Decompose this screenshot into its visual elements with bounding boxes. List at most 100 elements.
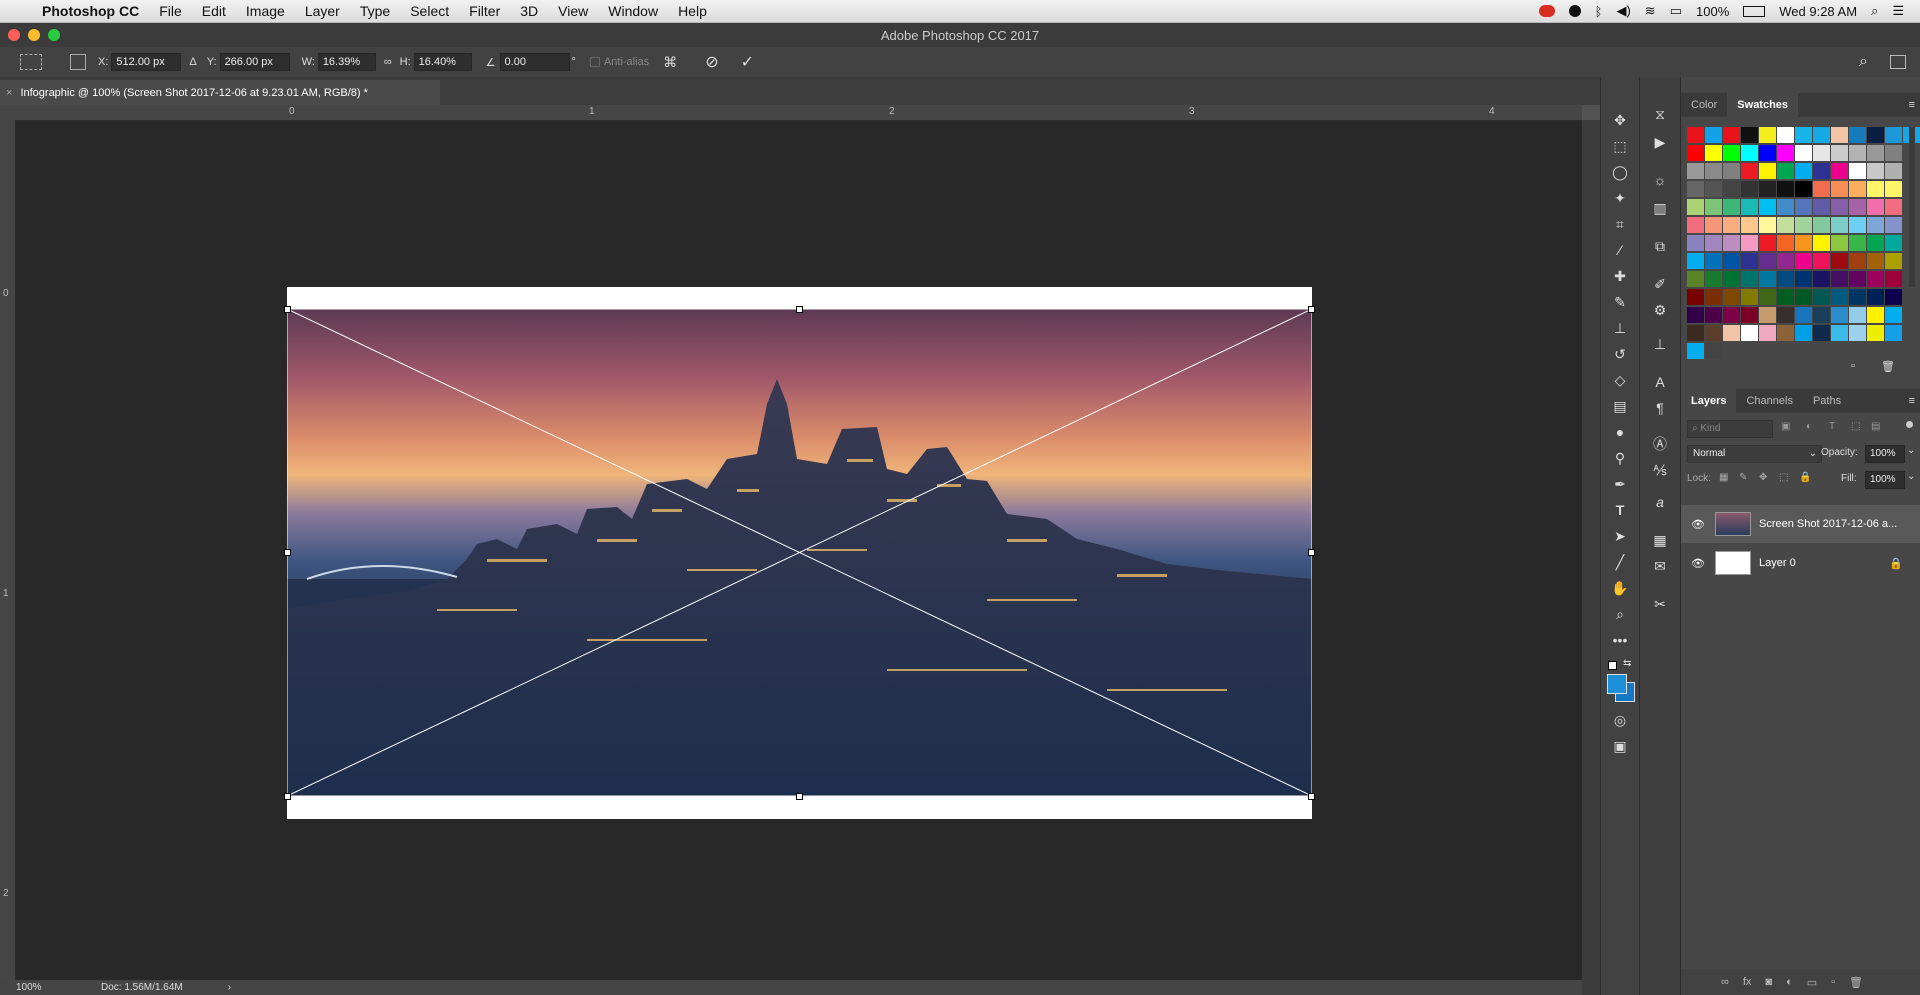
antialias-checkbox[interactable] [589, 57, 600, 67]
swatch[interactable] [1777, 163, 1794, 179]
document-tab[interactable]: × Infographic @ 100% (Screen Shot 2017-1… [0, 80, 440, 105]
character-panel-icon[interactable]: A [1647, 371, 1673, 393]
layer-style-icon[interactable]: fx [1743, 976, 1752, 988]
handle-bottom-left[interactable] [284, 793, 291, 800]
swatch[interactable] [1705, 199, 1722, 215]
swatch[interactable] [1813, 289, 1830, 305]
opacity-field[interactable]: 100% [1865, 445, 1905, 463]
vertical-ruler[interactable]: 0 1 2 [0, 120, 16, 982]
lasso-tool-icon[interactable]: ◯ [1607, 161, 1633, 183]
line-tool-icon[interactable]: ╱ [1607, 551, 1633, 573]
pen-tool-icon[interactable]: ✒ [1607, 473, 1633, 495]
handle-top-left[interactable] [284, 306, 291, 313]
hand-tool-icon[interactable]: ✋ [1607, 577, 1633, 599]
gradient-tool-icon[interactable]: ▤ [1607, 395, 1633, 417]
swatch[interactable] [1795, 145, 1812, 161]
swatch[interactable] [1687, 163, 1704, 179]
swatch[interactable] [1795, 253, 1812, 269]
swatch[interactable] [1741, 289, 1758, 305]
swatch[interactable] [1831, 307, 1848, 323]
paragraph-panel-icon[interactable]: ¶ [1647, 397, 1673, 419]
y-field[interactable]: 266.00 px [219, 53, 290, 71]
swatch[interactable] [1885, 253, 1902, 269]
swatch[interactable] [1687, 271, 1704, 287]
magic-wand-tool-icon[interactable]: ✦ [1607, 187, 1633, 209]
swatch[interactable] [1885, 145, 1902, 161]
swatch[interactable] [1867, 325, 1884, 341]
swatch[interactable] [1687, 181, 1704, 197]
swatch[interactable] [1741, 253, 1758, 269]
swatch[interactable] [1885, 325, 1902, 341]
commit-transform-icon[interactable]: ✓ [741, 52, 754, 72]
swatch[interactable] [1777, 307, 1794, 323]
swatch[interactable] [1885, 289, 1902, 305]
history-panel-icon[interactable]: ⧖ [1647, 103, 1673, 125]
swatch[interactable] [1795, 217, 1812, 233]
swatch[interactable] [1867, 163, 1884, 179]
swatch[interactable] [1741, 325, 1758, 341]
blend-mode-select[interactable]: Normal ⌄ [1687, 445, 1822, 463]
layer-name[interactable]: Layer 0 [1759, 557, 1796, 569]
lock-all-icon[interactable]: 🔒 [1799, 472, 1811, 483]
swatch[interactable] [1813, 199, 1830, 215]
color-panel-menu-icon[interactable]: ≡ [1909, 99, 1915, 111]
swatch[interactable] [1885, 199, 1902, 215]
swatch[interactable] [1723, 271, 1740, 287]
swatch[interactable] [1723, 127, 1740, 143]
eyedropper-tool-icon[interactable]: ⁄ [1607, 239, 1633, 261]
brush-presets-panel-icon[interactable]: ▥ [1647, 197, 1673, 219]
swatch[interactable] [1705, 127, 1722, 143]
swatch[interactable] [1741, 163, 1758, 179]
swatch[interactable] [1687, 325, 1704, 341]
document-canvas[interactable] [284, 287, 1315, 819]
more-tools-icon[interactable]: ••• [1607, 629, 1633, 651]
handle-bottom-center[interactable] [796, 793, 803, 800]
swatch[interactable] [1723, 307, 1740, 323]
opacity-chevron-icon[interactable]: ⌄ [1907, 445, 1915, 456]
swatch[interactable] [1741, 199, 1758, 215]
notes-panel-icon[interactable]: ✉ [1647, 555, 1673, 577]
swatch[interactable] [1795, 271, 1812, 287]
add-mask-icon[interactable]: ◙ [1765, 976, 1772, 988]
swatch[interactable] [1723, 289, 1740, 305]
swatch[interactable] [1687, 199, 1704, 215]
swatch[interactable] [1723, 325, 1740, 341]
swatch[interactable] [1831, 181, 1848, 197]
workspace-icon[interactable] [1890, 55, 1906, 69]
swatch[interactable] [1759, 253, 1776, 269]
swatch[interactable] [1831, 127, 1848, 143]
swatch[interactable] [1723, 199, 1740, 215]
menu-edit[interactable]: Edit [192, 3, 236, 19]
actions-panel-icon[interactable]: ▶ [1647, 131, 1673, 153]
swatch[interactable] [1849, 127, 1866, 143]
zoom-window-icon[interactable] [48, 29, 60, 41]
filter-shape-icon[interactable]: ⬚ [1851, 421, 1860, 432]
bluetooth-icon[interactable]: ᛒ [1595, 4, 1603, 19]
crop-tool-icon[interactable]: ⌗ [1607, 213, 1633, 235]
swatch[interactable] [1831, 289, 1848, 305]
swatch[interactable] [1885, 163, 1902, 179]
swatch[interactable] [1777, 217, 1794, 233]
swatch[interactable] [1705, 181, 1722, 197]
swatch[interactable] [1813, 181, 1830, 197]
swatch[interactable] [1741, 217, 1758, 233]
width-field[interactable]: 16.39% [317, 53, 376, 71]
swatch[interactable] [1705, 145, 1722, 161]
adjustment-layer-icon[interactable]: ◐ [1786, 976, 1793, 988]
swatch[interactable] [1687, 289, 1704, 305]
glyphs-panel-icon[interactable]: a [1647, 491, 1673, 513]
swap-colors-icon[interactable]: ⇆ [1623, 658, 1631, 669]
swatch[interactable] [1813, 253, 1830, 269]
swatch[interactable] [1759, 163, 1776, 179]
swatch[interactable] [1831, 325, 1848, 341]
clock[interactable]: Wed 9:28 AM [1779, 4, 1857, 19]
swatch[interactable] [1777, 289, 1794, 305]
swatch[interactable] [1741, 181, 1758, 197]
swatch[interactable] [1849, 217, 1866, 233]
swatch[interactable] [1885, 307, 1902, 323]
paragraph-styles-panel-icon[interactable]: ⅍ [1647, 459, 1673, 481]
swatch[interactable] [1849, 199, 1866, 215]
swatch[interactable] [1795, 289, 1812, 305]
handle-middle-left[interactable] [284, 549, 291, 556]
swatch[interactable] [1867, 271, 1884, 287]
